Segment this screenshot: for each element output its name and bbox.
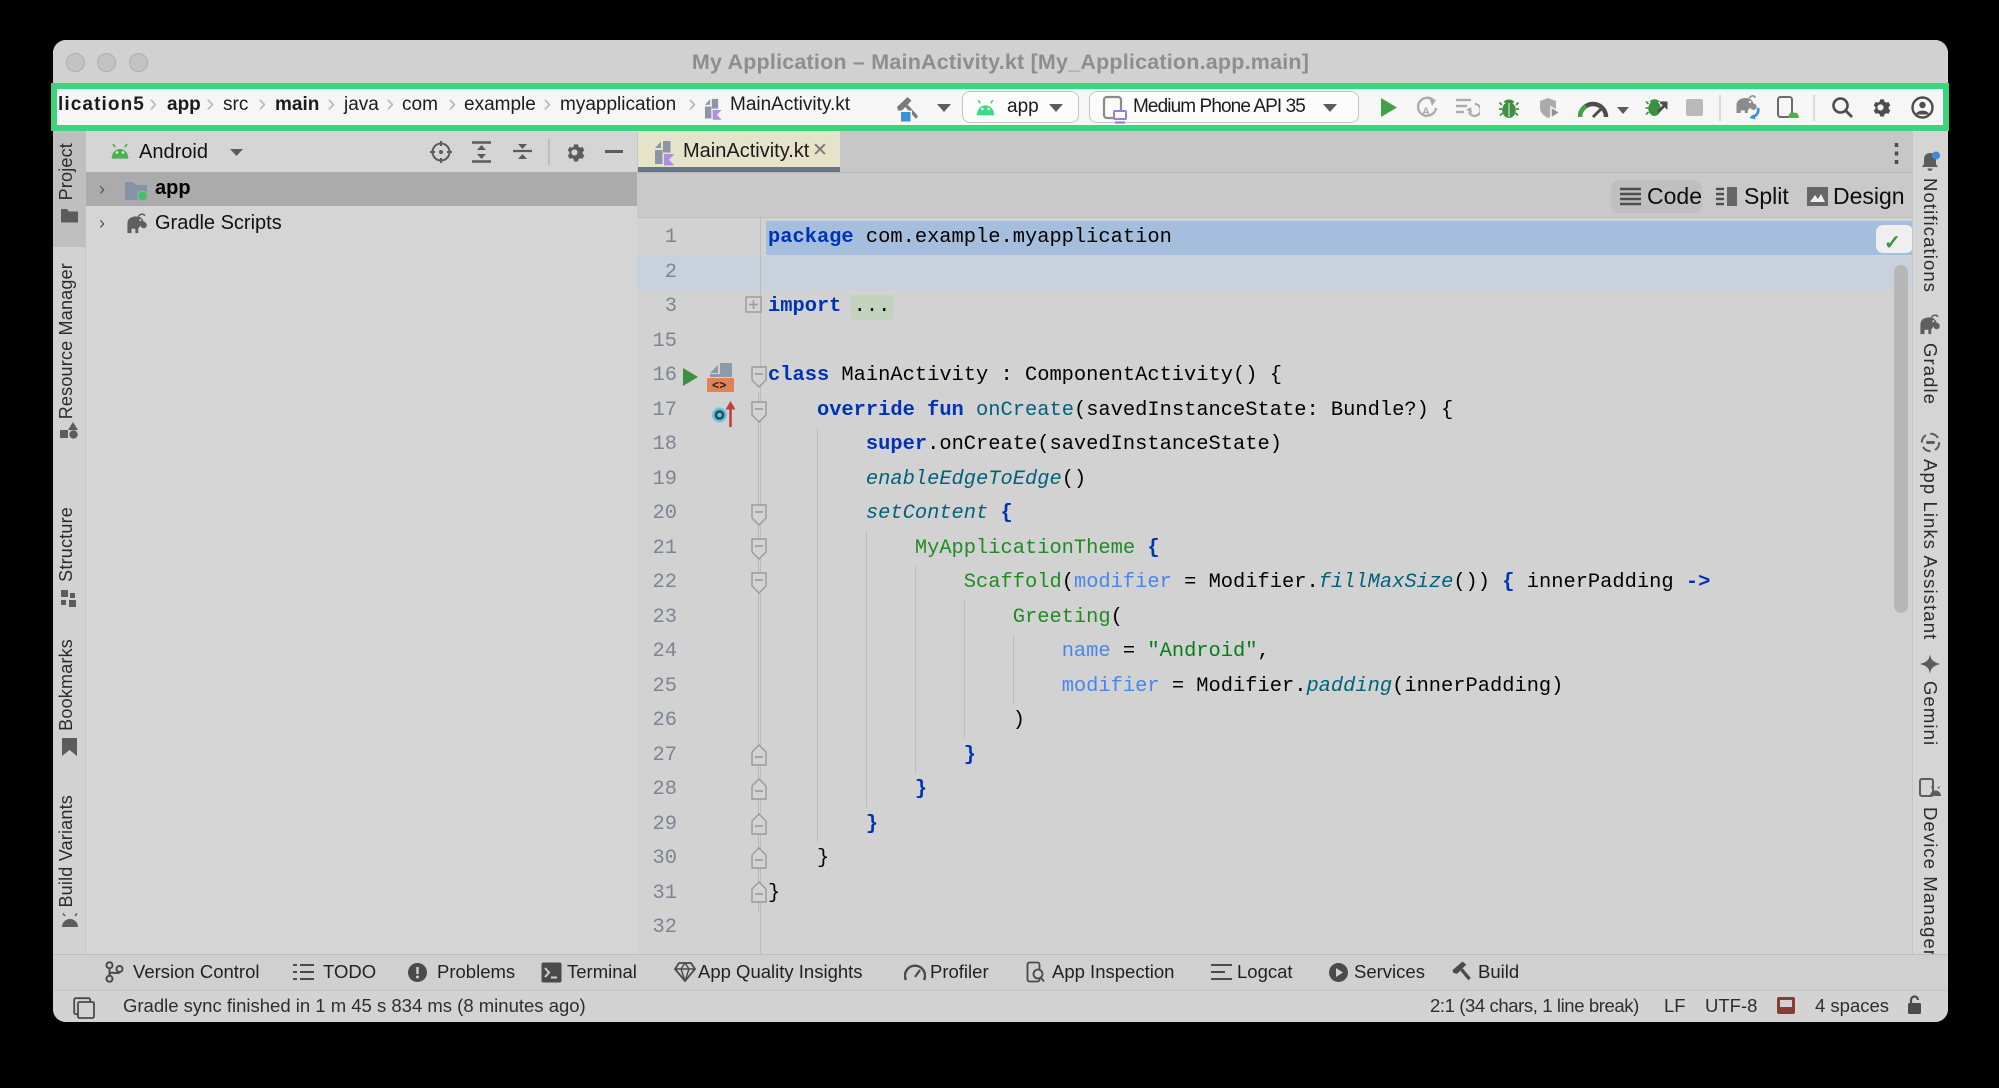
svg-text:<>: <> xyxy=(712,379,726,393)
svg-text:A: A xyxy=(1422,106,1430,118)
